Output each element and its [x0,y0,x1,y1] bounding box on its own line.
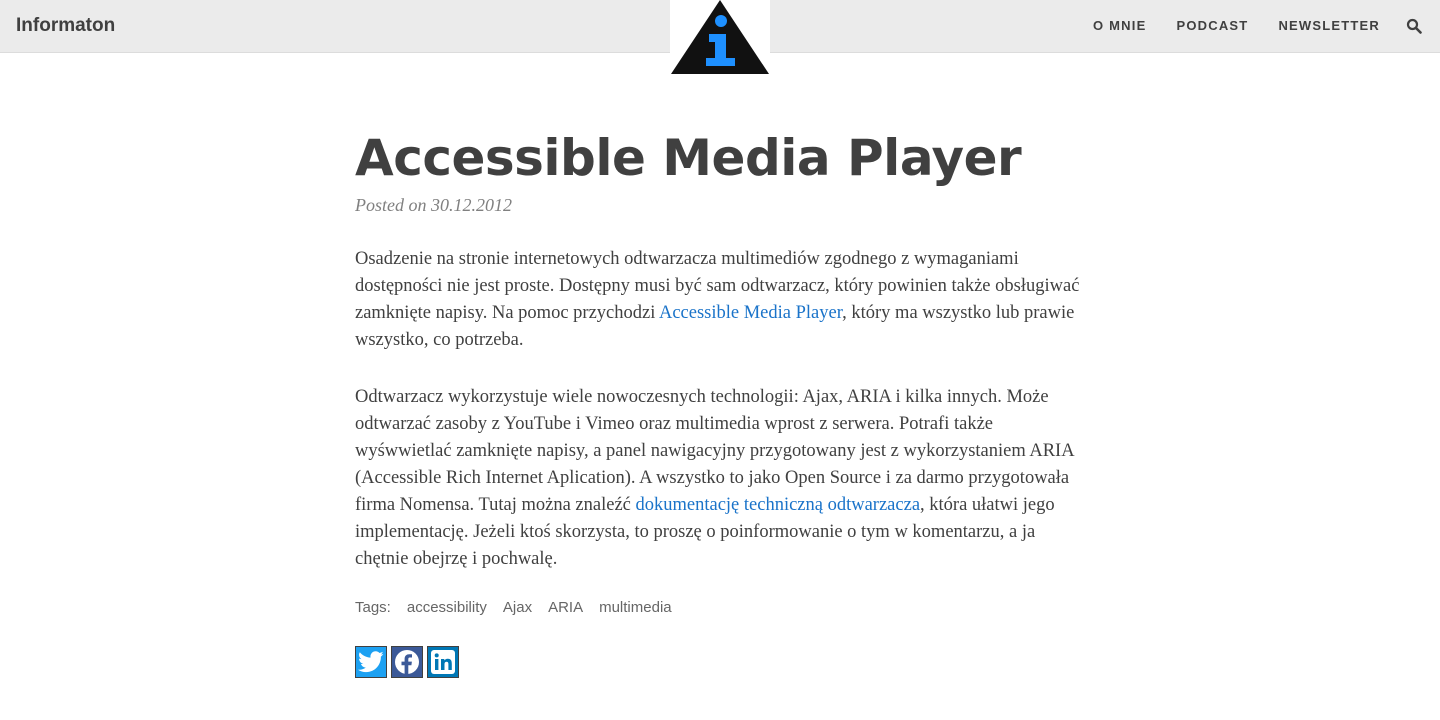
post-date: Posted on 30.12.2012 [355,195,512,215]
tag-aria[interactable]: ARIA [548,599,583,616]
tag-ajax[interactable]: Ajax [503,599,532,616]
share-buttons [355,646,1085,678]
tags-label: Tags: [355,599,391,616]
share-linkedin-button[interactable] [427,646,459,678]
facebook-icon [395,650,419,675]
post-body: Osadzenie na stronie internetowych odtwa… [355,246,1085,573]
nav-item-o-mnie[interactable]: O MNIE [1093,18,1146,33]
link-accessible-media-player[interactable]: Accessible Media Player [659,303,842,323]
search-button[interactable] [1406,18,1422,34]
link-technical-documentation[interactable]: dokumentację techniczną odtwarzacza [636,495,921,515]
linkedin-icon [431,650,455,674]
nav-item-newsletter[interactable]: NEWSLETTER [1278,18,1380,33]
share-facebook-button[interactable] [391,646,423,678]
tag-multimedia[interactable]: multimedia [599,599,672,616]
paragraph-1: Osadzenie na stronie internetowych odtwa… [355,246,1085,354]
site-logo[interactable] [670,0,770,76]
paragraph-2: Odtwarzacz wykorzystuje wiele nowoczesny… [355,384,1085,573]
nav-item-podcast[interactable]: PODCAST [1176,18,1248,33]
site-brand[interactable]: Informaton [16,15,115,37]
post-tags: Tags: accessibility Ajax ARIA multimedia [355,599,1085,616]
twitter-icon [358,651,384,673]
tag-accessibility[interactable]: accessibility [407,599,487,616]
post-title: Accessible Media Player [355,129,1022,187]
main-nav: O MNIE PODCAST NEWSLETTER [1093,18,1380,33]
article: Accessible Media Player Posted on 30.12.… [355,125,1085,678]
info-triangle-logo-icon [671,0,769,74]
share-twitter-button[interactable] [355,646,387,678]
search-icon [1406,18,1422,34]
